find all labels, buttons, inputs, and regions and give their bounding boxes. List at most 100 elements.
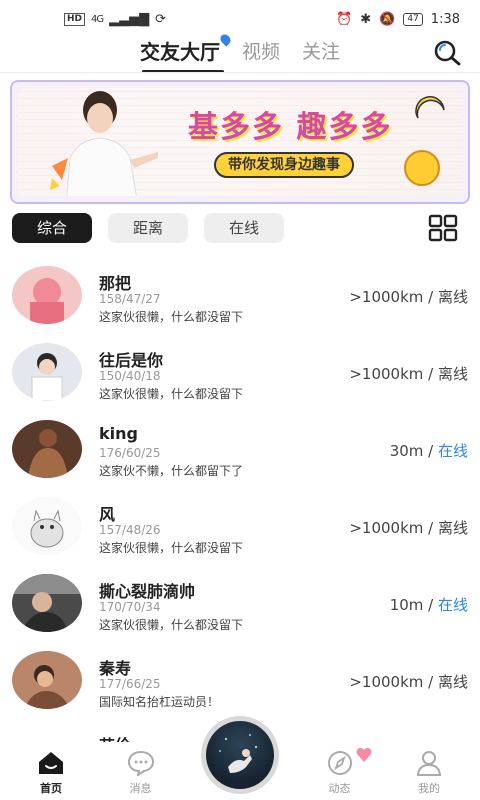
distance-value: >1000km	[349, 365, 424, 383]
online-status: 离线	[437, 519, 468, 537]
nav-label: 首页	[40, 782, 62, 795]
drop-badge-icon	[218, 31, 233, 47]
user-signature: 这家伙不懒，什么都留下了	[99, 464, 244, 478]
avatar[interactable]	[12, 574, 82, 632]
nav-profile[interactable]: 我的	[400, 742, 458, 800]
user-distance-status: >1000km / 离线	[349, 365, 468, 383]
home-icon	[39, 752, 63, 774]
banner-title: 基多多 趣多多	[188, 110, 393, 145]
user-name: 秦寿	[99, 659, 132, 678]
nav-messages[interactable]: 消息	[112, 742, 170, 800]
message-icon	[127, 750, 154, 776]
nav-home[interactable]: 首页	[22, 742, 80, 800]
list-item[interactable]: 往后是你 150/40/18 这家伙很懒，什么都没留下 >1000km / 离线	[0, 335, 480, 412]
filter-chip-distance[interactable]: 距离	[108, 213, 188, 243]
user-stats: 150/40/18	[99, 369, 161, 383]
nav-label: 消息	[129, 782, 152, 795]
tab-label: 交友大厅	[139, 39, 220, 64]
avatar[interactable]	[12, 420, 82, 478]
user-stats: 157/48/26	[99, 523, 161, 537]
filter-chip-online[interactable]: 在线	[204, 213, 284, 243]
user-name: 往后是你	[99, 351, 164, 370]
network-indicator: 4G	[91, 13, 104, 25]
avatar-image	[12, 343, 82, 401]
banner-inner: 基多多 趣多多 带你发现身边趣事	[18, 88, 462, 196]
avatar-image	[12, 651, 82, 709]
user-name: 风	[99, 505, 116, 524]
bluetooth-icon: ✱	[360, 11, 372, 27]
signal-bars-icon: ▂▃▅▇	[109, 11, 150, 27]
status-right: ⏰ ✱ 🔕 47 1:38	[336, 12, 460, 27]
filter-chip-all[interactable]: 综合	[12, 213, 92, 243]
avatar[interactable]	[12, 266, 82, 324]
battery-indicator: 47	[403, 12, 423, 26]
search-button[interactable]	[432, 38, 462, 68]
user-distance-status: >1000km / 离线	[349, 288, 468, 306]
list-item[interactable]: king 176/60/25 这家伙不懒，什么都留下了 30m / 在线	[0, 412, 480, 489]
center-button-artwork	[206, 721, 274, 789]
smiley-sticker-icon	[404, 150, 440, 186]
user-stats: 158/47/27	[99, 292, 161, 306]
banner-subtitle: 带你发现身边趣事	[214, 152, 354, 178]
online-status: 离线	[437, 288, 468, 306]
status-left: HD 4G ▂▃▅▇ ⟳	[64, 12, 166, 27]
avatar[interactable]	[12, 343, 82, 401]
filter-row: 综合 距离 在线	[12, 212, 468, 244]
avatar-image	[12, 497, 82, 555]
distance-value: >1000km	[349, 519, 424, 537]
user-signature: 这家伙很懒，什么都没留下	[99, 541, 244, 555]
moments-icon	[327, 751, 352, 775]
profile-icon	[416, 751, 442, 776]
distance-value: >1000km	[349, 673, 424, 691]
nav-label: 我的	[418, 782, 440, 795]
user-signature: 国际知名抬杠运动员！	[99, 695, 220, 709]
top-nav: 交友大厅 视频 关注	[0, 30, 480, 73]
user-distance-status: 10m / 在线	[389, 596, 468, 614]
tab-follow[interactable]: 关注	[302, 37, 340, 64]
center-art-image	[219, 734, 258, 773]
list-item[interactable]: 风 157/48/26 这家伙很懒，什么都没留下 >1000km / 离线	[0, 489, 480, 566]
tab-hall[interactable]: 交友大厅	[139, 31, 233, 73]
sync-icon: ⟳	[155, 11, 167, 27]
online-status: 在线	[437, 596, 468, 614]
tab-video[interactable]: 视频	[242, 37, 280, 64]
mute-icon: 🔕	[379, 11, 396, 27]
online-status: 离线	[437, 673, 468, 691]
grid-view-button[interactable]	[428, 214, 458, 242]
list-item[interactable]: 秦寿 177/66/25 国际知名抬杠运动员！ >1000km / 离线	[0, 643, 480, 720]
user-distance-status: 30m / 在线	[389, 442, 468, 460]
distance-value: 10m	[389, 596, 424, 614]
user-distance-status: >1000km / 离线	[349, 673, 468, 691]
user-stats: 170/70/34	[99, 600, 161, 614]
alarm-icon: ⏰	[336, 11, 353, 27]
moon-sticker-icon	[415, 96, 445, 119]
online-status: 离线	[437, 365, 468, 383]
list-item[interactable]: 撕心裂肺滴帅 170/70/34 这家伙很懒，什么都没留下 10m / 在线	[0, 566, 480, 643]
avatar-image	[12, 420, 82, 478]
user-name: 撕心裂肺滴帅	[99, 582, 196, 601]
user-signature: 这家伙很懒，什么都没留下	[99, 310, 244, 324]
user-name: king	[99, 424, 138, 443]
list-item[interactable]: 那把 158/47/27 这家伙很懒，什么都没留下 >1000km / 离线	[0, 258, 480, 335]
banner-person-illustration	[50, 91, 158, 196]
center-publish-button[interactable]	[201, 716, 279, 794]
online-status: 在线	[437, 442, 468, 460]
user-stats: 176/60/25	[99, 446, 161, 460]
grid-view-icon	[428, 214, 458, 242]
nav-divider	[0, 72, 480, 73]
promo-banner[interactable]: 基多多 趣多多 带你发现身边趣事	[10, 80, 470, 204]
avatar-image	[12, 266, 82, 324]
user-stats: 177/66/25	[99, 677, 161, 691]
heart-icon	[356, 748, 372, 762]
search-icon	[434, 40, 461, 66]
hd-indicator: HD	[64, 12, 86, 26]
tab-label: 关注	[302, 40, 341, 63]
user-name: 那把	[99, 274, 132, 293]
avatar[interactable]	[12, 651, 82, 709]
distance-value: 30m	[389, 442, 424, 460]
clock: 1:38	[430, 11, 460, 27]
nav-label: 动态	[328, 782, 351, 795]
avatar[interactable]	[12, 497, 82, 555]
avatar-image	[12, 574, 82, 632]
distance-value: >1000km	[349, 288, 424, 306]
